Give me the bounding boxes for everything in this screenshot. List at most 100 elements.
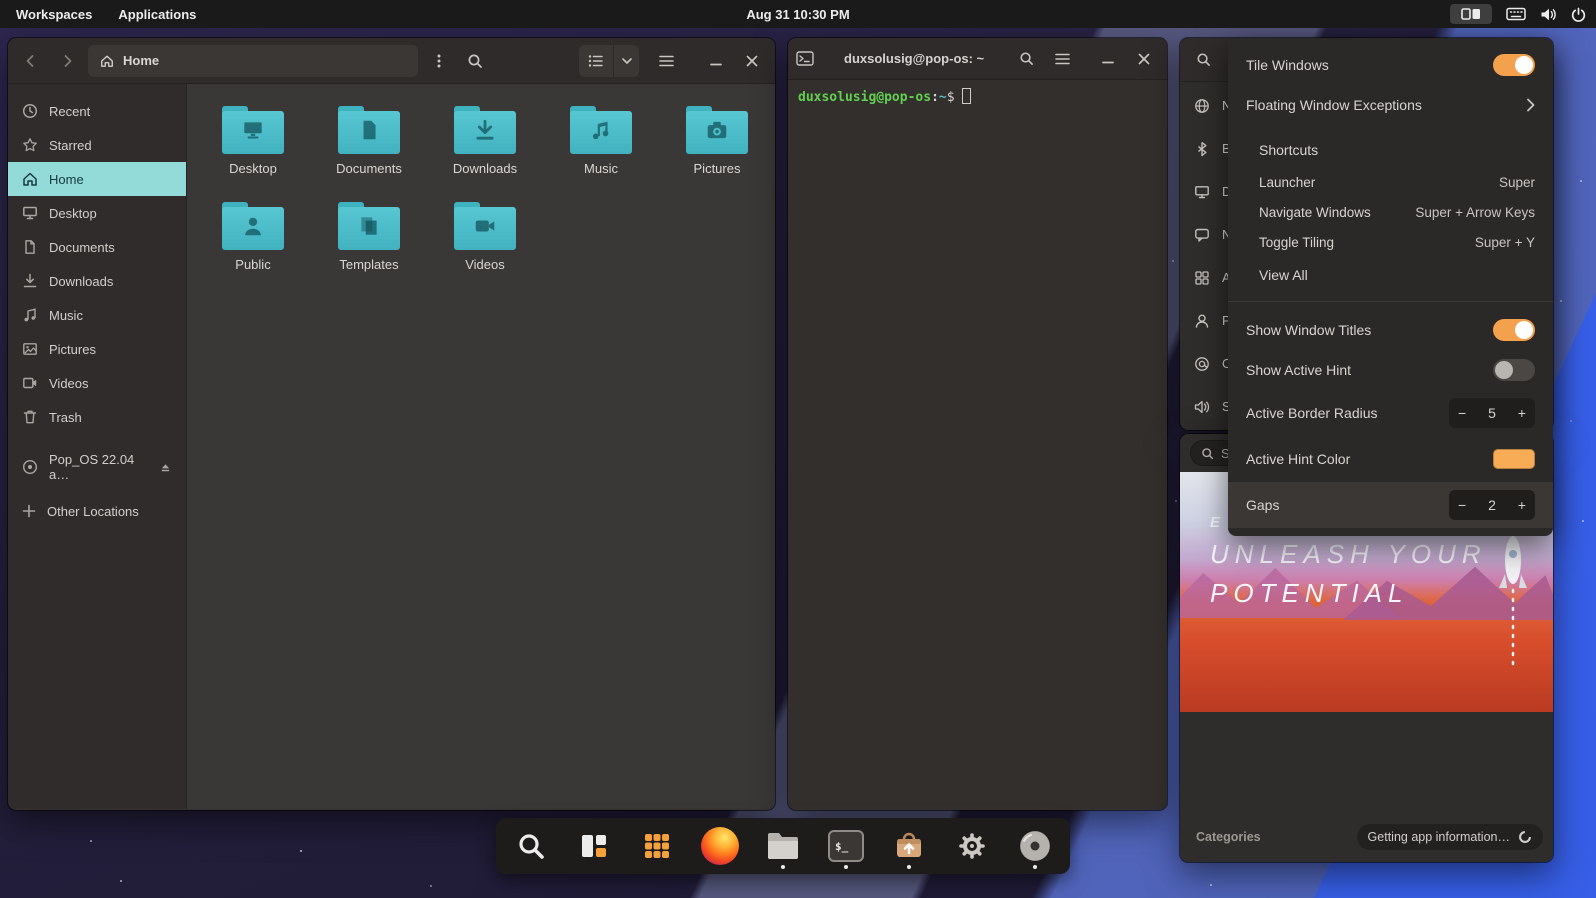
folder-desktop[interactable]: Desktop (195, 100, 311, 182)
shortcut-label: Navigate Windows (1259, 205, 1371, 220)
files-icon (766, 831, 800, 861)
displays-icon (1194, 184, 1210, 200)
power-icon[interactable] (1571, 7, 1586, 22)
sidebar-item-downloads[interactable]: Downloads (8, 264, 186, 298)
folder-pictures[interactable]: Pictures (659, 100, 775, 182)
view-options-caret[interactable] (613, 45, 639, 77)
categories-heading: Categories (1196, 830, 1261, 844)
dock-files[interactable] (762, 823, 804, 869)
search-button[interactable] (460, 46, 490, 76)
sidebar-label: Pictures (49, 342, 96, 357)
applications-icon (1194, 270, 1210, 286)
dock-pop-shop[interactable] (888, 823, 930, 869)
list-view-icon[interactable] (579, 45, 613, 77)
show-active-hint-row[interactable]: Show Active Hint (1228, 350, 1553, 390)
folder-documents[interactable]: Documents (311, 100, 427, 182)
files-titlebar[interactable]: Home (8, 38, 775, 84)
view-all-label: View All (1259, 267, 1308, 283)
volume-icon[interactable] (1540, 7, 1557, 22)
folder-public[interactable]: Public (195, 196, 311, 278)
plus-button[interactable]: + (1518, 497, 1526, 513)
forward-button[interactable] (52, 46, 82, 76)
sidebar-item-recent[interactable]: Recent (8, 94, 186, 128)
sidebar-item-trash[interactable]: Trash (8, 400, 186, 434)
active-hint-color-swatch[interactable] (1493, 449, 1535, 469)
shortcut-navigate-row[interactable]: Navigate Windows Super + Arrow Keys (1228, 197, 1553, 227)
sidebar-item-videos[interactable]: Videos (8, 366, 186, 400)
view-toggle[interactable] (579, 45, 639, 77)
close-button[interactable] (737, 46, 767, 76)
plus-button[interactable]: + (1518, 405, 1526, 421)
show-active-hint-toggle[interactable] (1493, 359, 1535, 381)
dock-app-grid[interactable] (636, 823, 678, 869)
dock-settings[interactable] (951, 823, 993, 869)
view-all-row[interactable]: View All (1228, 257, 1553, 293)
tile-windows-toggle[interactable] (1493, 54, 1535, 76)
sidebar-item-home[interactable]: Home (8, 162, 186, 196)
terminal-search-button[interactable] (1011, 44, 1041, 74)
templates-glyph-icon (357, 214, 381, 238)
path-options-button[interactable] (424, 46, 454, 76)
workspaces-menu[interactable]: Workspaces (16, 7, 92, 22)
folder-videos[interactable]: Videos (427, 196, 543, 278)
dock-launcher[interactable] (510, 823, 552, 869)
floating-exceptions-row[interactable]: Floating Window Exceptions (1228, 85, 1553, 125)
download-glyph-icon (473, 118, 497, 142)
status-text: Getting app information… (1368, 830, 1510, 844)
eject-button[interactable] (159, 461, 172, 474)
shortcut-launcher-row[interactable]: Launcher Super (1228, 167, 1553, 197)
breadcrumb[interactable]: Home (88, 45, 418, 77)
active-hint-color-row[interactable]: Active Hint Color (1228, 436, 1553, 482)
sidebar-label: Trash (49, 410, 82, 425)
clock[interactable]: Aug 31 10:30 PM (746, 7, 849, 22)
minimize-button[interactable] (701, 46, 731, 76)
gaps-row: Gaps − 2 + (1228, 482, 1553, 528)
gaps-stepper[interactable]: − 2 + (1449, 490, 1535, 520)
back-button[interactable] (16, 46, 46, 76)
tile-windows-row[interactable]: Tile Windows (1228, 45, 1553, 85)
sidebar-item-pictures[interactable]: Pictures (8, 332, 186, 366)
folder-music[interactable]: Music (543, 100, 659, 182)
shortcut-value: Super (1499, 175, 1535, 190)
dock-terminal[interactable]: $_ (825, 823, 867, 869)
show-window-titles-row[interactable]: Show Window Titles (1228, 310, 1553, 350)
folder-icon (338, 106, 400, 154)
sidebar-item-documents[interactable]: Documents (8, 230, 186, 264)
spinner-icon (1518, 830, 1532, 844)
desktop-icon (22, 205, 38, 221)
firefox-icon (701, 827, 739, 865)
files-content[interactable]: Desktop Documents Downloads (187, 84, 775, 809)
show-window-titles-label: Show Window Titles (1246, 322, 1371, 338)
dock-disks[interactable] (1014, 823, 1056, 869)
active-border-radius-row: Active Border Radius − 5 + (1228, 390, 1553, 436)
sidebar-item-music[interactable]: Music (8, 298, 186, 332)
music-icon (22, 307, 38, 323)
terminal-titlebar[interactable]: duxsolusig@pop-os: ~ (788, 38, 1167, 80)
folder-label: Documents (336, 161, 402, 176)
sidebar-item-desktop[interactable]: Desktop (8, 196, 186, 230)
keyboard-layout-icon[interactable] (1506, 7, 1526, 21)
rocket-illustration (1495, 526, 1531, 676)
folder-downloads[interactable]: Downloads (427, 100, 543, 182)
terminal-body[interactable]: duxsolusig@pop-os:~$ (788, 80, 1167, 809)
minus-button[interactable]: − (1458, 497, 1466, 513)
tiling-tray-button[interactable] (1450, 4, 1492, 24)
minus-button[interactable]: − (1458, 405, 1466, 421)
sidebar-item-starred[interactable]: Starred (8, 128, 186, 162)
active-border-radius-stepper[interactable]: − 5 + (1449, 398, 1535, 428)
dock-workspaces[interactable] (573, 823, 615, 869)
settings-search-button[interactable] (1188, 45, 1218, 75)
dock-firefox[interactable] (699, 823, 741, 869)
terminal-menu-button[interactable] (1047, 44, 1077, 74)
applications-menu[interactable]: Applications (118, 7, 196, 22)
sidebar-item-other-locations[interactable]: Other Locations (8, 494, 186, 528)
terminal-close-button[interactable] (1129, 44, 1159, 74)
hamburger-menu-button[interactable] (651, 46, 681, 76)
terminal-minimize-button[interactable] (1093, 44, 1123, 74)
shortcut-toggle-tiling-row[interactable]: Toggle Tiling Super + Y (1228, 227, 1553, 257)
sidebar-item-device[interactable]: Pop_OS 22.04 a… (8, 450, 186, 484)
folder-templates[interactable]: Templates (311, 196, 427, 278)
chevron-right-icon (1526, 98, 1535, 112)
show-window-titles-toggle[interactable] (1493, 319, 1535, 341)
active-border-radius-label: Active Border Radius (1246, 405, 1378, 421)
